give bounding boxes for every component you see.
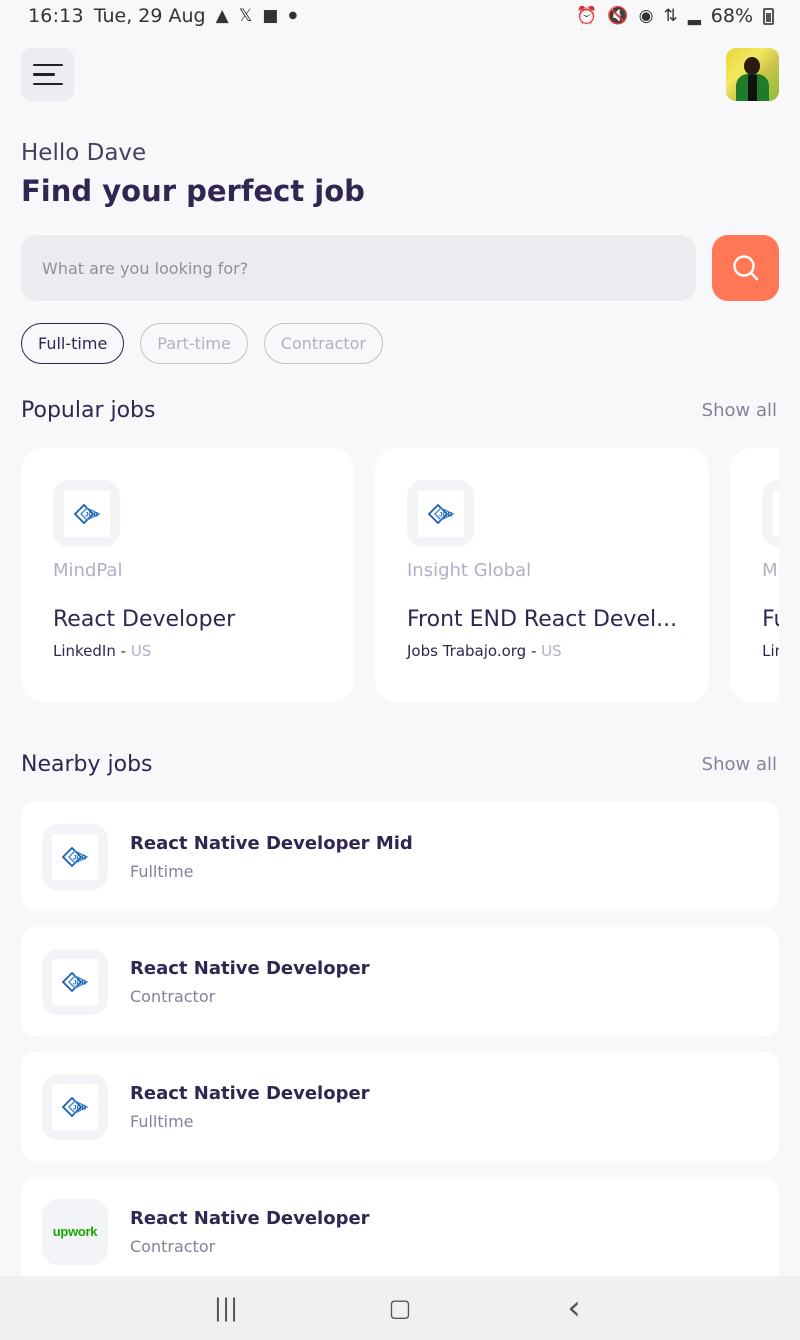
company-name: MindPal xyxy=(53,560,123,581)
app-header xyxy=(21,48,779,101)
company-logo: JOB xyxy=(53,480,120,547)
popular-job-card[interactable]: M Fu Lin xyxy=(730,448,779,702)
company-name: M xyxy=(762,560,778,581)
popular-job-card[interactable]: JOB MindPal React Developer LinkedIn - U… xyxy=(21,448,354,702)
tab-part-time[interactable]: Part-time xyxy=(140,323,248,364)
company-logo: JOB xyxy=(42,948,108,1015)
recents-icon[interactable]: ||| xyxy=(209,1294,243,1322)
svg-text:JOB: JOB xyxy=(439,511,453,518)
nearby-job-card[interactable]: JOB React Native Developer Contractor xyxy=(21,927,779,1036)
tab-full-time[interactable]: Full-time xyxy=(21,323,125,364)
upwork-logo: upwork xyxy=(52,1224,98,1239)
svg-text:JOB: JOB xyxy=(85,511,99,518)
job-logo-icon: JOB xyxy=(61,846,89,867)
meta-separator: - xyxy=(526,642,542,660)
status-bar: 16:13 Tue, 29 Aug ▲ 𝕏 ■ ● ⏰ 🔇 ◉ ⇅ ▂ 68% xyxy=(0,0,800,32)
job-type: Contractor xyxy=(130,986,216,1006)
job-title: Front END React Devel... xyxy=(407,607,678,632)
job-logo-icon: JOB xyxy=(427,503,455,524)
job-publisher: Lin xyxy=(762,642,779,660)
battery-icon xyxy=(763,7,774,25)
menu-icon-line xyxy=(33,82,63,86)
profile-avatar[interactable] xyxy=(726,48,779,101)
tab-contractor[interactable]: Contractor xyxy=(263,323,383,364)
popular-jobs-title: Popular jobs xyxy=(21,398,156,423)
job-title: React Native Developer xyxy=(130,1207,370,1229)
signal-icon: ▂ xyxy=(687,5,701,26)
company-logo xyxy=(762,480,779,547)
job-title: React Developer xyxy=(53,607,236,632)
nearby-job-card[interactable]: upwork React Native Developer Contractor xyxy=(21,1177,779,1286)
job-meta: Jobs Trabajo.org - US xyxy=(407,642,677,660)
svg-text:JOB: JOB xyxy=(73,854,87,861)
home-icon[interactable]: ▢ xyxy=(383,1294,417,1322)
job-type: Fulltime xyxy=(130,861,194,881)
meta-separator: - xyxy=(115,642,131,660)
search-icon xyxy=(732,255,758,281)
job-country: US xyxy=(130,642,152,660)
job-publisher: Jobs Trabajo.org xyxy=(407,642,527,660)
job-title: Fu xyxy=(762,607,779,632)
mute-icon: 🔇 xyxy=(607,5,629,26)
job-type: Fulltime xyxy=(130,1111,194,1131)
battery-percent: 68% xyxy=(710,5,753,27)
data-icon: ⇅ xyxy=(663,5,678,26)
popular-jobs-carousel[interactable]: JOB MindPal React Developer LinkedIn - U… xyxy=(21,448,779,702)
job-title: React Native Developer Mid xyxy=(130,832,413,854)
alarm-icon: ⏰ xyxy=(576,5,598,26)
job-logo-icon: JOB xyxy=(61,971,89,992)
job-meta: Lin xyxy=(762,642,779,660)
x-icon: 𝕏 xyxy=(238,5,253,26)
folder-icon: ■ xyxy=(262,5,279,26)
popular-show-all-link[interactable]: Show all xyxy=(702,400,777,421)
svg-text:JOB: JOB xyxy=(73,1104,87,1111)
nearby-job-card[interactable]: JOB React Native Developer Mid Fulltime xyxy=(21,802,779,911)
popular-job-card[interactable]: JOB Insight Global Front END React Devel… xyxy=(375,448,710,702)
page-title: Find your perfect job xyxy=(21,174,365,208)
job-country: US xyxy=(541,642,562,660)
status-time: 16:13 xyxy=(28,5,84,27)
search-container xyxy=(21,235,696,301)
menu-icon-line xyxy=(33,73,55,76)
menu-icon-line xyxy=(33,63,63,67)
avatar-head xyxy=(744,57,760,75)
nearby-jobs-title: Nearby jobs xyxy=(21,752,153,777)
search-button[interactable] xyxy=(712,235,779,301)
status-date: Tue, 29 Aug xyxy=(93,5,206,27)
back-icon[interactable]: ‹ xyxy=(557,1288,591,1328)
company-logo: JOB xyxy=(42,1073,108,1140)
job-publisher: LinkedIn xyxy=(53,642,116,660)
job-type-tabs: Full-time Part-time Contractor xyxy=(21,323,383,364)
nearby-jobs-list: JOB React Native Developer Mid Fulltime … xyxy=(21,802,779,1302)
svg-text:JOB: JOB xyxy=(73,979,87,986)
system-nav-bar: ||| ▢ ‹ xyxy=(0,1276,800,1340)
company-logo: JOB xyxy=(42,823,108,890)
greeting: Hello Dave xyxy=(21,140,147,166)
job-type: Contractor xyxy=(130,1236,216,1256)
notification-a-icon: ▲ xyxy=(215,5,229,26)
job-logo-icon: JOB xyxy=(61,1096,89,1117)
job-title: React Native Developer xyxy=(130,1082,370,1104)
company-name: Insight Global xyxy=(407,560,532,581)
avatar-shirt xyxy=(748,75,757,101)
nearby-show-all-link[interactable]: Show all xyxy=(702,754,777,775)
dot-icon: ● xyxy=(288,10,298,21)
job-title: React Native Developer xyxy=(130,957,370,979)
popular-jobs-header: Popular jobs Show all xyxy=(21,398,777,423)
menu-button[interactable] xyxy=(21,48,74,101)
job-logo-icon: JOB xyxy=(73,503,101,524)
nearby-job-card[interactable]: JOB React Native Developer Fulltime xyxy=(21,1052,779,1161)
nearby-jobs-header: Nearby jobs Show all xyxy=(21,752,777,777)
company-logo: JOB xyxy=(407,480,474,547)
hotspot-icon: ◉ xyxy=(638,5,654,26)
company-logo: upwork xyxy=(42,1198,108,1265)
job-meta: LinkedIn - US xyxy=(53,642,322,660)
search-input[interactable] xyxy=(42,258,696,278)
